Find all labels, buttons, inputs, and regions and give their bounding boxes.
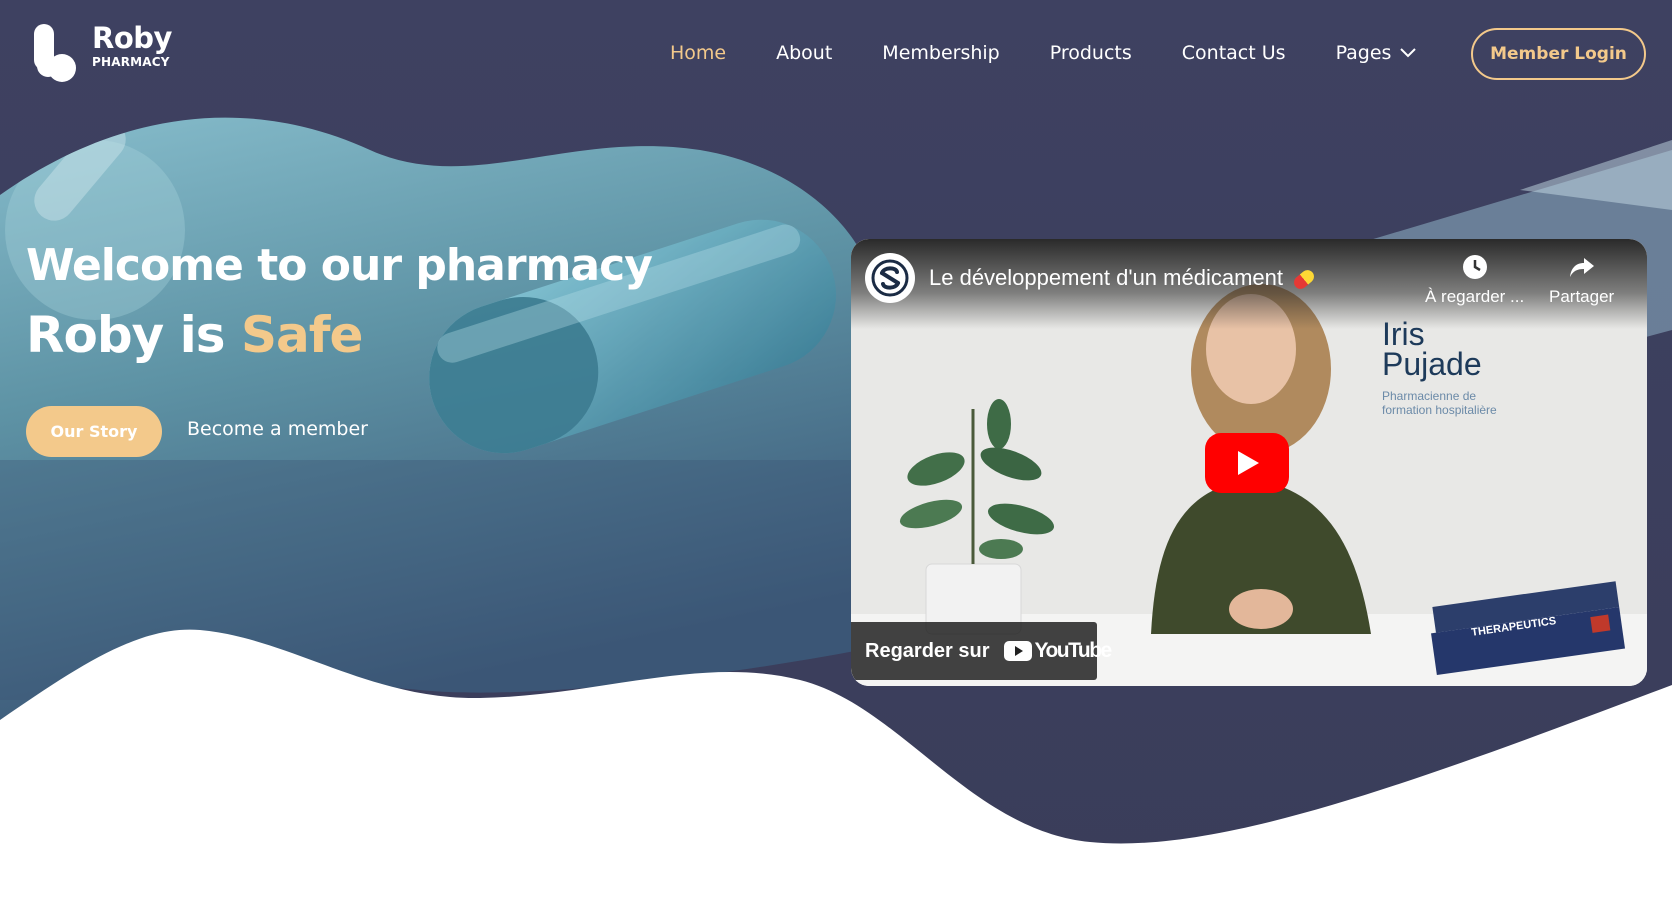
watch-on-label: Regarder sur — [865, 639, 990, 662]
speaker-role: Pharmacienne de formation hospitalière — [1382, 389, 1497, 417]
nav-item-products[interactable]: Products — [1050, 42, 1132, 64]
hero-subtitle-prefix: Roby is — [26, 306, 241, 364]
chevron-down-icon — [1400, 48, 1417, 58]
share-icon — [1569, 258, 1594, 277]
speaker-last-name: Pujade — [1382, 346, 1482, 382]
brand-name: Roby — [92, 21, 172, 55]
video-title[interactable]: Le développement d'un médicament — [929, 265, 1317, 292]
hero-subtitle-accent: Safe — [240, 306, 363, 364]
nav-item-pages-label: Pages — [1335, 42, 1392, 64]
nav-item-about[interactable]: About — [776, 42, 832, 64]
watch-later-label: À regarder ... — [1425, 287, 1525, 306]
member-login-button[interactable]: Member Login — [1471, 28, 1646, 80]
speaker-role-line1: Pharmacienne de — [1382, 389, 1477, 403]
youtube-logo: YouTube — [1003, 639, 1113, 663]
speaker-name: Iris Pujade — [1382, 318, 1482, 382]
video-title-text: Le développement d'un médicament — [929, 265, 1283, 290]
share-label: Partager — [1549, 287, 1615, 306]
nav-item-home[interactable]: Home — [670, 42, 726, 64]
speaker-role-line2: formation hospitalière — [1382, 403, 1497, 417]
nav-item-membership[interactable]: Membership — [882, 42, 999, 64]
watch-later-control[interactable]: À regarder ... — [1425, 253, 1524, 307]
nav-item-contact[interactable]: Contact Us — [1182, 42, 1286, 64]
nav-item-pages[interactable]: Pages — [1336, 42, 1418, 64]
share-control[interactable]: Partager — [1549, 253, 1614, 307]
logo-mark-icon — [30, 22, 78, 84]
video-embed[interactable]: THERAPEUTICS Le développement d'un médic… — [851, 239, 1647, 686]
brand-tagline: PHARMACY — [92, 55, 170, 69]
main-nav: Home About Membership Products Contact U… — [670, 42, 1417, 64]
become-member-link[interactable]: Become a member — [187, 418, 368, 440]
play-button-icon[interactable] — [1205, 433, 1289, 493]
hero-title: Welcome to our pharmacy — [26, 240, 653, 291]
youtube-play-icon — [1003, 641, 1032, 661]
watch-on-youtube-button[interactable]: Regarder sur YouTube — [851, 622, 1112, 680]
clock-icon — [1462, 255, 1487, 279]
pill-icon — [1291, 267, 1317, 292]
youtube-wordmark: YouTube — [1034, 639, 1113, 662]
our-story-button[interactable]: Our Story — [26, 406, 162, 457]
brand-logo[interactable]: Roby PHARMACY — [30, 22, 172, 84]
hero-subtitle: Roby is Safe — [26, 306, 363, 364]
channel-avatar-icon[interactable] — [865, 253, 915, 303]
